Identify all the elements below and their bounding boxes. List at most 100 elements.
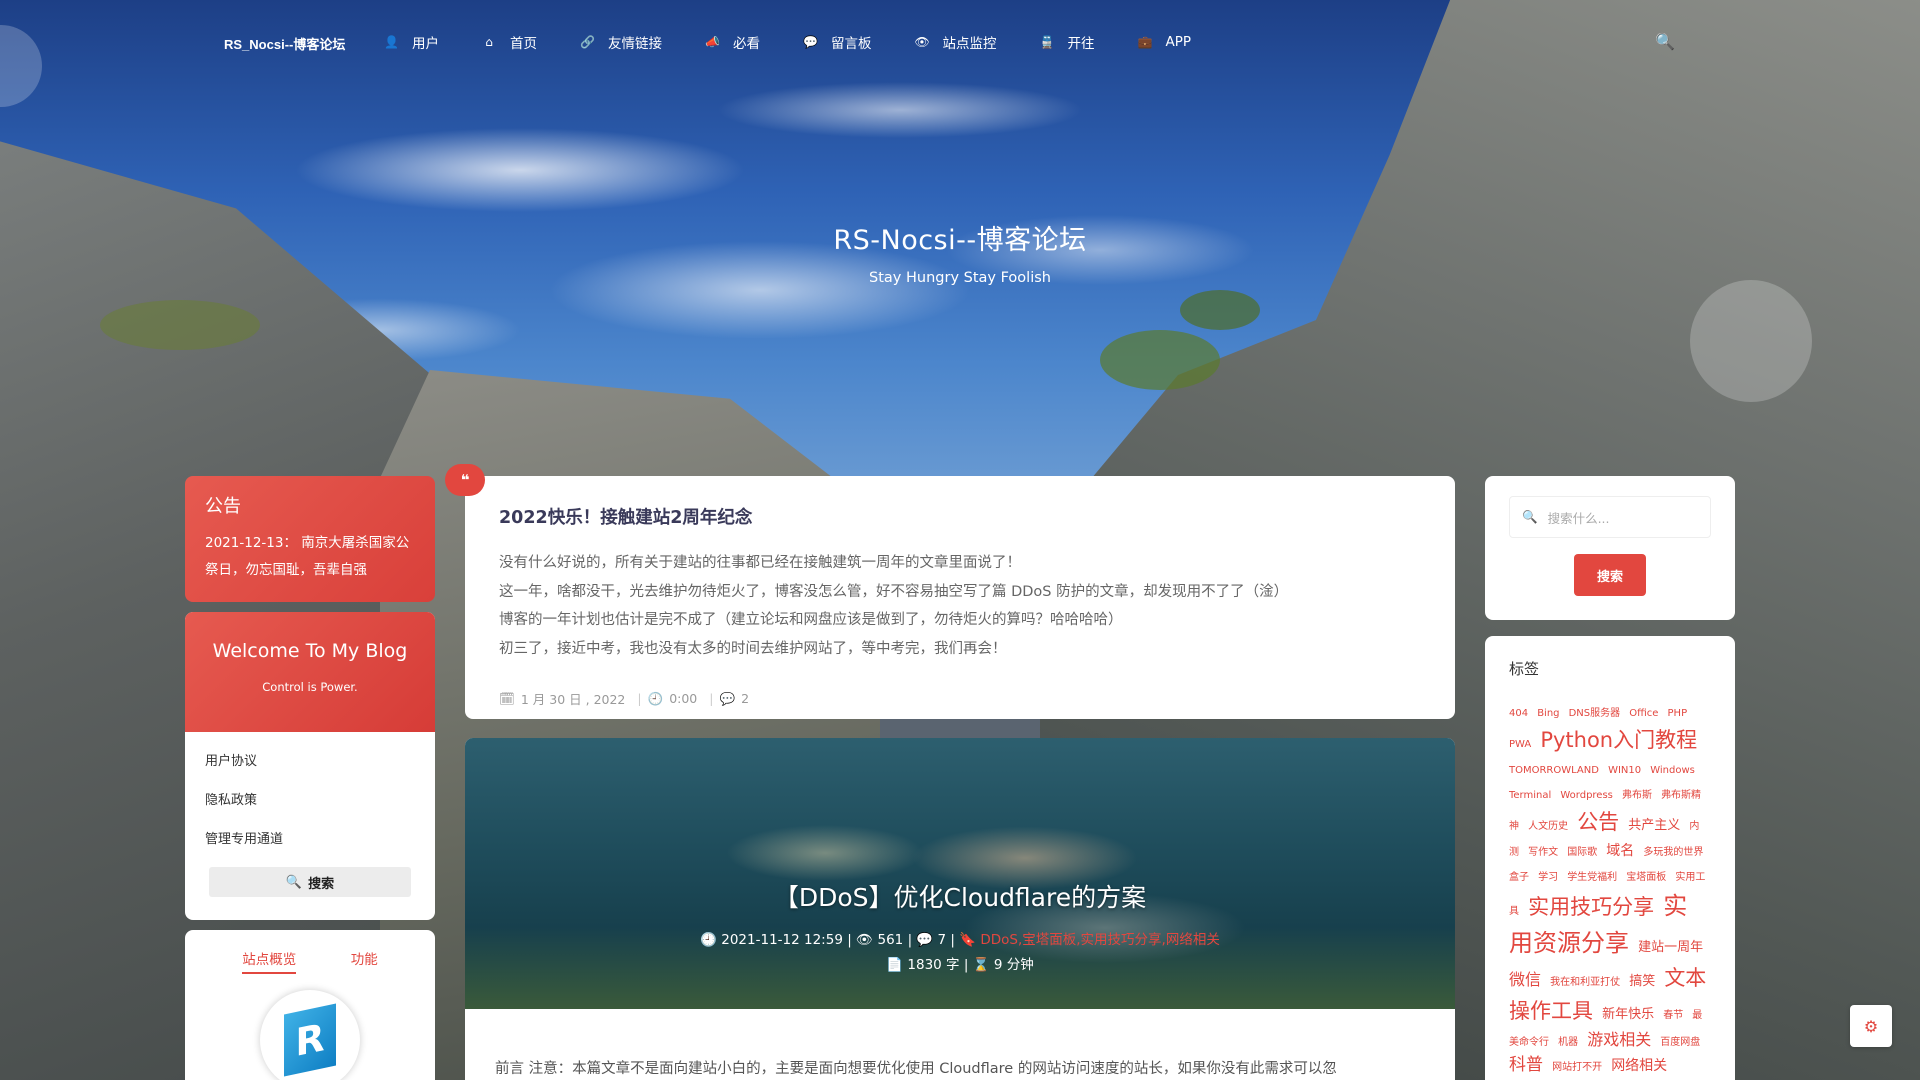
moss <box>1100 330 1220 390</box>
tab-functions[interactable]: 功能 <box>351 948 378 974</box>
post-meta: 🗓 1 月 30 日 , 2022 | 🕘 0:00 | 💬 2 <box>499 689 1421 708</box>
site-brand[interactable]: RS_Nocsi--博客论坛 <box>224 34 345 53</box>
tag-link[interactable]: 新年快乐 <box>1602 1007 1654 1022</box>
sidebar-search-button[interactable]: 🔍 搜索 <box>209 867 411 897</box>
welcome-links: 用户协议 隐私政策 管理专用通道 <box>185 732 435 847</box>
tag-link[interactable]: Python入门教程 <box>1540 728 1697 752</box>
nav-item-label: 必看 <box>733 36 760 52</box>
tag-link[interactable]: 网络相关 <box>1611 1058 1667 1074</box>
tag-link[interactable]: 机器 <box>1558 1037 1578 1048</box>
post-comments[interactable]: 2 <box>741 691 749 706</box>
notice-card: 公告 2021-12-13： 南京大屠杀国家公祭日，勿忘国耻，吾辈自强 <box>185 476 435 602</box>
nav-item[interactable]: 📣 必看 <box>705 32 760 52</box>
post-line: 初三了，接近中考，我也没有太多的时间去维护网站了，等中考完，我们再会！ <box>499 640 1007 657</box>
meta-separator: | <box>637 691 642 706</box>
post-tags[interactable]: DDoS,宝塔面板,实用技巧分享,网络相关 <box>980 932 1220 948</box>
tag-link[interactable]: 搞笑 <box>1629 974 1655 989</box>
tag-link[interactable]: Bing <box>1537 708 1559 719</box>
tag-link[interactable]: 人文历史 <box>1528 821 1568 832</box>
nav-item[interactable]: 👁 站点监控 <box>915 32 997 52</box>
tag-link[interactable]: PWA <box>1509 739 1531 750</box>
tag-link[interactable]: 国际歌 <box>1567 847 1597 858</box>
nav-item[interactable]: 👤 用户 <box>384 32 439 52</box>
nav-item-label: 开往 <box>1067 36 1095 52</box>
tag-link[interactable]: 建站一周年 <box>1638 940 1703 955</box>
tag-link[interactable]: WIN10 <box>1608 765 1641 776</box>
post-views: 561 <box>877 932 904 948</box>
post-time: 0:00 <box>669 691 698 706</box>
hero-subtitle: Stay Hungry Stay Foolish <box>869 270 1051 286</box>
welcome-subtitle: Control is Power. <box>262 680 358 694</box>
welcome-header: Welcome To My Blog Control is Power. <box>185 612 435 732</box>
tag-link[interactable]: PHP <box>1668 708 1688 719</box>
site-logo: R <box>260 990 360 1080</box>
tag-link[interactable]: TOMORROWLAND <box>1509 765 1599 776</box>
post-meta: 🕘 2021-11-12 12:59 | 👁 561 | 💬 7 | 🔖 DDo… <box>465 928 1455 948</box>
gear-icon[interactable]: ⚙ <box>1850 1005 1892 1047</box>
tag-link[interactable]: 春节 <box>1663 1010 1683 1021</box>
nav-item-label: APP <box>1165 34 1192 50</box>
moss <box>100 300 260 350</box>
tag-link[interactable]: 实用技巧分享 <box>1528 895 1654 919</box>
tag-link[interactable]: 域名 <box>1606 843 1634 859</box>
tag-link[interactable]: DNS服务器 <box>1569 708 1621 719</box>
nav-item-label: 留言板 <box>831 36 872 52</box>
search-button[interactable]: 搜索 <box>1574 554 1646 596</box>
post-line: 这一年，啥都没干，光去维护勿待炬火了，博客没怎么管，好不容易抽空写了篇 DDoS… <box>499 583 1289 600</box>
post-comments[interactable]: 7 <box>938 932 947 948</box>
nav-item[interactable]: 💼 APP <box>1138 32 1192 52</box>
tag-link[interactable]: Office <box>1629 708 1658 719</box>
search-icon: 🔍 <box>1522 509 1538 524</box>
post-title[interactable]: 2022快乐！接触建站2周年纪念 <box>499 504 1421 529</box>
meta-separator: | <box>950 932 960 948</box>
tag-link[interactable]: 科普 <box>1509 1055 1543 1075</box>
nav-item[interactable]: ⌂ 首页 <box>482 32 537 52</box>
tag-link[interactable]: Windows <box>1650 765 1695 776</box>
tag-link[interactable]: 公告 <box>1577 810 1619 834</box>
link-privacy-policy[interactable]: 隐私政策 <box>205 789 415 808</box>
tag-link[interactable]: 百度网盘 <box>1660 1037 1700 1048</box>
post-card-featured: 【DDoS】优化Cloudflare的方案 🕘 2021-11-12 12:59… <box>465 738 1455 1080</box>
tag-link[interactable]: Wordpress <box>1560 790 1613 801</box>
nav-item[interactable]: 💬 留言板 <box>803 32 872 52</box>
tag-link[interactable]: 弗布斯 <box>1622 790 1652 801</box>
link-user-agreement[interactable]: 用户协议 <box>205 750 415 769</box>
post-title[interactable]: 【DDoS】优化Cloudflare的方案 <box>465 878 1455 914</box>
tab-site-overview[interactable]: 站点概览 <box>242 948 297 974</box>
tag-link[interactable]: 404 <box>1509 708 1528 719</box>
post-date: 1 月 30 日 , 2022 <box>520 692 626 707</box>
tag-link[interactable]: 共产主义 <box>1628 818 1680 833</box>
tag-link[interactable]: Terminal <box>1509 790 1551 801</box>
tag-link[interactable]: 网站打不开 <box>1552 1062 1602 1073</box>
tag-link[interactable]: 游戏相关 <box>1587 1030 1651 1049</box>
nav-item-label: 站点监控 <box>942 36 997 52</box>
post-card: 2022快乐！接触建站2周年纪念 没有什么好说的，所有关于建站的往事都已经在接触… <box>465 476 1455 719</box>
comment-icon: 💬 <box>803 35 818 49</box>
search-input[interactable]: 🔍 搜索什么... <box>1509 496 1711 538</box>
tag-link[interactable]: 学生党福利 <box>1567 872 1617 883</box>
sidebar-search-label: 搜索 <box>308 876 335 892</box>
document-icon: 📄 <box>886 957 904 973</box>
post-excerpt: 没有什么好说的，所有关于建站的往事都已经在接触建筑一周年的文章里面说了！ 这一年… <box>499 549 1421 663</box>
tag-link[interactable]: 宝塔面板 <box>1626 872 1666 883</box>
tag-link[interactable]: 学习 <box>1538 872 1558 883</box>
nav-item-label: 首页 <box>510 36 537 52</box>
hourglass-icon: ⌛ <box>972 957 990 973</box>
link-admin-channel[interactable]: 管理专用通道 <box>205 828 415 847</box>
search-icon[interactable]: 🔍 <box>1655 32 1675 51</box>
tag-cloud: 404 Bing DNS服务器 Office PHP PWA Python入门教… <box>1509 699 1711 1079</box>
nav-item[interactable]: 🔗 友情链接 <box>580 32 662 52</box>
post-cover-image[interactable]: 【DDoS】优化Cloudflare的方案 🕘 2021-11-12 12:59… <box>465 738 1455 1009</box>
search-placeholder: 搜索什么... <box>1547 510 1610 526</box>
meta-separator: | <box>709 691 714 706</box>
eye-icon: 👁 <box>914 35 930 49</box>
tag-link[interactable]: 微信 <box>1509 970 1541 989</box>
tags-card: 标签 404 Bing DNS服务器 Office PHP PWA Python… <box>1485 636 1735 1080</box>
nav-item[interactable]: 🚆 开往 <box>1040 32 1095 52</box>
quote-icon: ❝ <box>445 464 485 496</box>
user-icon: 👤 <box>384 35 399 49</box>
tag-link[interactable]: 我在和利亚打仗 <box>1550 977 1620 988</box>
tag-link[interactable]: 写作文 <box>1528 847 1558 858</box>
megaphone-icon: 📣 <box>705 35 720 49</box>
top-navbar: RS_Nocsi--博客论坛 👤 用户 ⌂ 首页 🔗 友情链接 📣 必看 💬 留言板 👁 站点监控 🚆 开… <box>0 0 1920 84</box>
